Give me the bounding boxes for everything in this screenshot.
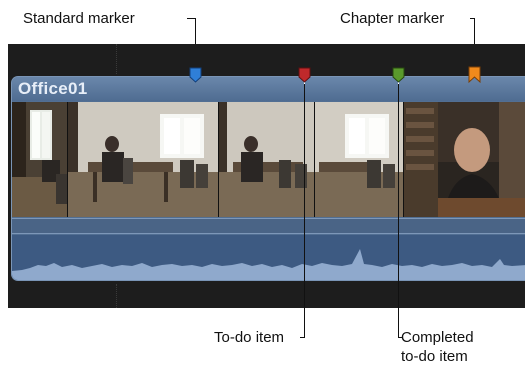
todo-pointer-h <box>300 337 305 338</box>
ruler-tick <box>116 44 119 74</box>
completed-todo-callout-line1: Completed <box>401 329 474 346</box>
thumbnail-frame <box>12 102 68 217</box>
clip-header: Office01 <box>12 77 525 101</box>
clip-name: Office01 <box>18 79 88 98</box>
completed-todo-marker-icon[interactable] <box>392 67 405 83</box>
video-clip[interactable]: Office01 <box>11 76 525 281</box>
ruler-tick <box>116 284 119 308</box>
standard-marker-callout: Standard marker <box>23 10 135 27</box>
thumbnail-frame <box>68 102 219 217</box>
completed-todo-callout-line2: to-do item <box>401 348 468 365</box>
audio-waveform <box>12 235 525 280</box>
thumbnail-frame <box>315 102 404 217</box>
chapter-marker-callout: Chapter marker <box>340 10 445 27</box>
thumbnail-frame <box>404 102 525 217</box>
timeline[interactable]: Office01 <box>8 44 525 308</box>
completed-pointer <box>398 84 399 338</box>
todo-item-callout: To-do item <box>214 329 285 346</box>
completed-pointer-h <box>398 337 402 338</box>
todo-pointer <box>304 84 305 338</box>
todo-marker-icon[interactable] <box>298 67 311 83</box>
standard-marker-icon[interactable] <box>189 67 202 83</box>
thumbnail-frame <box>219 102 315 217</box>
chapter-marker-icon[interactable] <box>468 66 481 83</box>
filmstrip <box>12 102 525 217</box>
clip-separator <box>12 218 525 234</box>
